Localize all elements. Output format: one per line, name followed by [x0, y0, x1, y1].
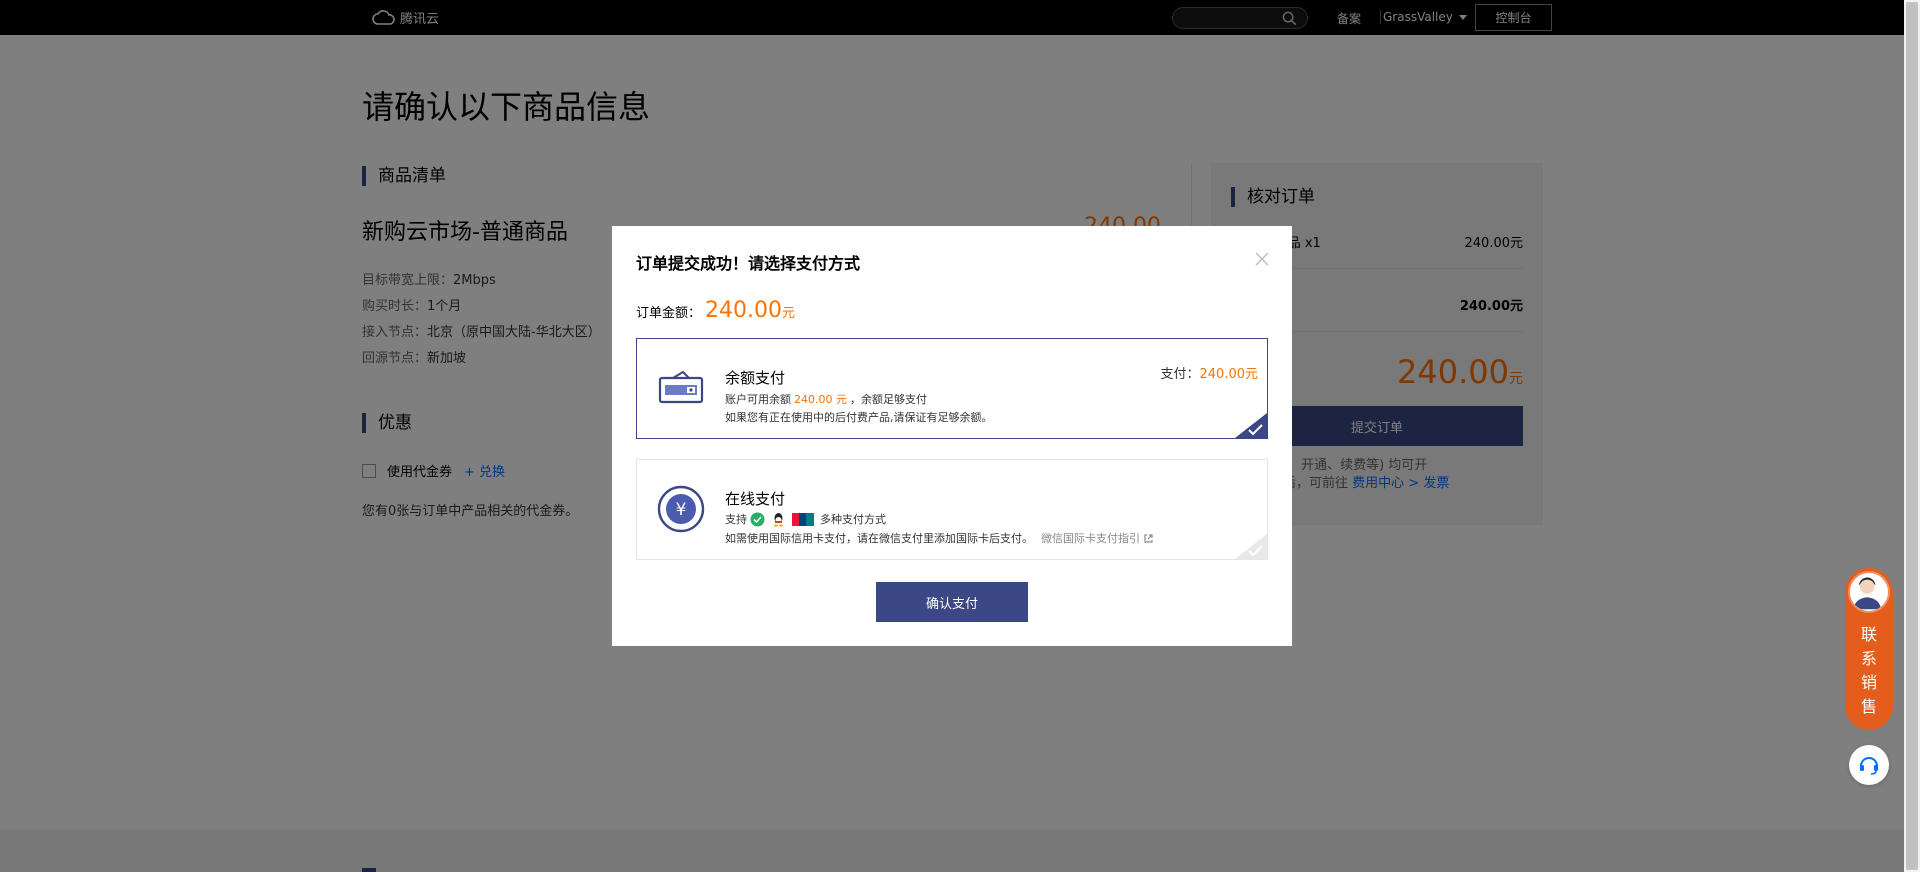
- unselected-check-icon: [1235, 534, 1267, 559]
- order-amount: 订单金额： 240.00 元: [636, 298, 795, 323]
- balance-line1: 账户可用余额 240.00 元 ，余额足够支付: [725, 391, 927, 407]
- pay-amount-value: 240.00元: [1199, 367, 1259, 382]
- sales-char: 联: [1860, 625, 1877, 644]
- scrollbar-thumb[interactable]: [1906, 2, 1918, 870]
- sales-char: 系: [1860, 649, 1877, 668]
- close-icon[interactable]: [1253, 250, 1271, 268]
- online-line2-text: 如需使用国际信用卡支付，请在微信支付里添加国际卡后支付。: [725, 532, 1033, 545]
- online-line1-prefix: 支持: [725, 513, 747, 526]
- headset-icon: [1860, 757, 1878, 775]
- sales-char: 售: [1860, 697, 1877, 716]
- contact-sales-label: 联 系 销 售: [1845, 623, 1893, 719]
- available-balance: 240.00 元: [794, 393, 847, 406]
- avatar-icon: [1853, 577, 1881, 610]
- avatar: [1848, 571, 1890, 613]
- payment-modal: 订单提交成功！请选择支付方式 订单金额： 240.00 元 余额支付 账户可用余…: [612, 226, 1292, 646]
- online-line1-suffix: 多种支付方式: [820, 513, 886, 526]
- wechat-pay-icon: [750, 512, 765, 526]
- intl-card-guide-text: 微信国际卡支付指引: [1041, 532, 1140, 545]
- balance-line1-suffix: ，余额足够支付: [850, 393, 927, 406]
- support-button[interactable]: [1849, 745, 1889, 785]
- balance-pay-amount: 支付：240.00元: [1160, 363, 1258, 382]
- sales-char: 销: [1860, 673, 1877, 692]
- online-payment-title: 在线支付: [725, 490, 786, 508]
- balance-payment-title: 余额支付: [725, 369, 786, 387]
- balance-line1-prefix: 账户可用余额: [725, 393, 791, 406]
- contact-sales-widget[interactable]: 联 系 销 售: [1845, 568, 1893, 730]
- balance-payment-option[interactable]: 余额支付 账户可用余额 240.00 元 ，余额足够支付 如果您有正在使用中的后…: [636, 338, 1268, 439]
- selected-check-icon: [1235, 413, 1267, 438]
- svg-text:¥: ¥: [676, 500, 687, 520]
- order-amount-value: 240.00: [705, 298, 782, 323]
- balance-line2: 如果您有正在使用中的后付费产品,请保证有足够余额。: [725, 411, 993, 424]
- online-line1: 支持 多种支付方式: [725, 511, 886, 527]
- external-link-icon: [1144, 533, 1153, 543]
- online-payment-option[interactable]: ¥ 在线支付 支持 多种支付方式 如需使用国际信用卡支付，请在微信支付里添加国际…: [636, 459, 1268, 560]
- modal-title: 订单提交成功！请选择支付方式: [636, 254, 861, 273]
- wallet-icon: [658, 370, 704, 404]
- unionpay-icon: [792, 512, 814, 526]
- order-amount-label: 订单金额：: [636, 306, 702, 321]
- confirm-payment-button[interactable]: 确认支付: [876, 582, 1028, 622]
- yuan-coin-icon: ¥: [657, 485, 705, 533]
- online-line2: 如需使用国际信用卡支付，请在微信支付里添加国际卡后支付。 微信国际卡支付指引: [725, 530, 1154, 546]
- order-amount-unit: 元: [782, 306, 796, 321]
- pay-label: 支付：: [1160, 367, 1200, 382]
- qq-pay-icon: [774, 512, 783, 526]
- intl-card-guide-link[interactable]: 微信国际卡支付指引: [1041, 530, 1154, 546]
